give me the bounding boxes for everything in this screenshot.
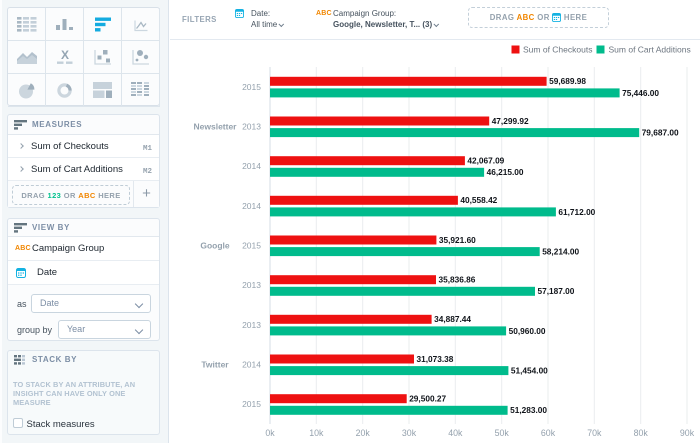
svg-text:2014: 2014 xyxy=(242,161,261,171)
svg-text:2015: 2015 xyxy=(242,241,261,251)
svg-text:50k: 50k xyxy=(495,428,510,438)
svg-text:40k: 40k xyxy=(448,428,463,438)
svg-text:40,558.42: 40,558.42 xyxy=(460,195,497,205)
svg-text:2014: 2014 xyxy=(242,360,261,370)
svg-text:2013: 2013 xyxy=(242,280,261,290)
svg-text:57,187.00: 57,187.00 xyxy=(538,286,575,296)
svg-text:Sum of Checkouts: Sum of Checkouts xyxy=(523,45,592,55)
svg-text:2014: 2014 xyxy=(242,201,261,211)
svg-text:50,960.00: 50,960.00 xyxy=(509,326,546,336)
svg-text:Twitter: Twitter xyxy=(201,360,229,370)
svg-text:2013: 2013 xyxy=(242,320,261,330)
svg-text:51,454.00: 51,454.00 xyxy=(511,366,548,376)
svg-text:47,299.92: 47,299.92 xyxy=(492,116,529,126)
svg-text:10k: 10k xyxy=(309,428,324,438)
svg-text:42,067.09: 42,067.09 xyxy=(467,156,504,166)
svg-text:60k: 60k xyxy=(541,428,556,438)
svg-text:29,500.27: 29,500.27 xyxy=(409,394,446,404)
svg-text:2015: 2015 xyxy=(242,82,261,92)
svg-text:46,215.00: 46,215.00 xyxy=(487,167,524,177)
svg-text:Sum of Cart Additions: Sum of Cart Additions xyxy=(609,45,691,55)
svg-text:20k: 20k xyxy=(356,428,371,438)
svg-text:51,283.00: 51,283.00 xyxy=(510,405,547,415)
svg-text:59,689.98: 59,689.98 xyxy=(549,76,586,86)
svg-text:58,214.00: 58,214.00 xyxy=(542,247,579,257)
svg-text:2013: 2013 xyxy=(242,122,261,132)
svg-text:80k: 80k xyxy=(634,428,649,438)
svg-text:Newsletter: Newsletter xyxy=(194,122,238,132)
svg-text:31,073.38: 31,073.38 xyxy=(417,354,454,364)
svg-text:35,836.86: 35,836.86 xyxy=(439,275,476,285)
svg-text:34,887.44: 34,887.44 xyxy=(434,314,471,324)
svg-text:90k: 90k xyxy=(680,428,695,438)
svg-text:Google: Google xyxy=(200,241,230,251)
svg-text:70k: 70k xyxy=(587,428,602,438)
svg-text:30k: 30k xyxy=(402,428,417,438)
svg-text:2015: 2015 xyxy=(242,399,261,409)
svg-text:79,687.00: 79,687.00 xyxy=(642,128,679,138)
svg-text:61,712.00: 61,712.00 xyxy=(558,207,595,217)
svg-text:35,921.60: 35,921.60 xyxy=(439,235,476,245)
svg-text:75,446.00: 75,446.00 xyxy=(622,88,659,98)
svg-text:0k: 0k xyxy=(265,428,275,438)
